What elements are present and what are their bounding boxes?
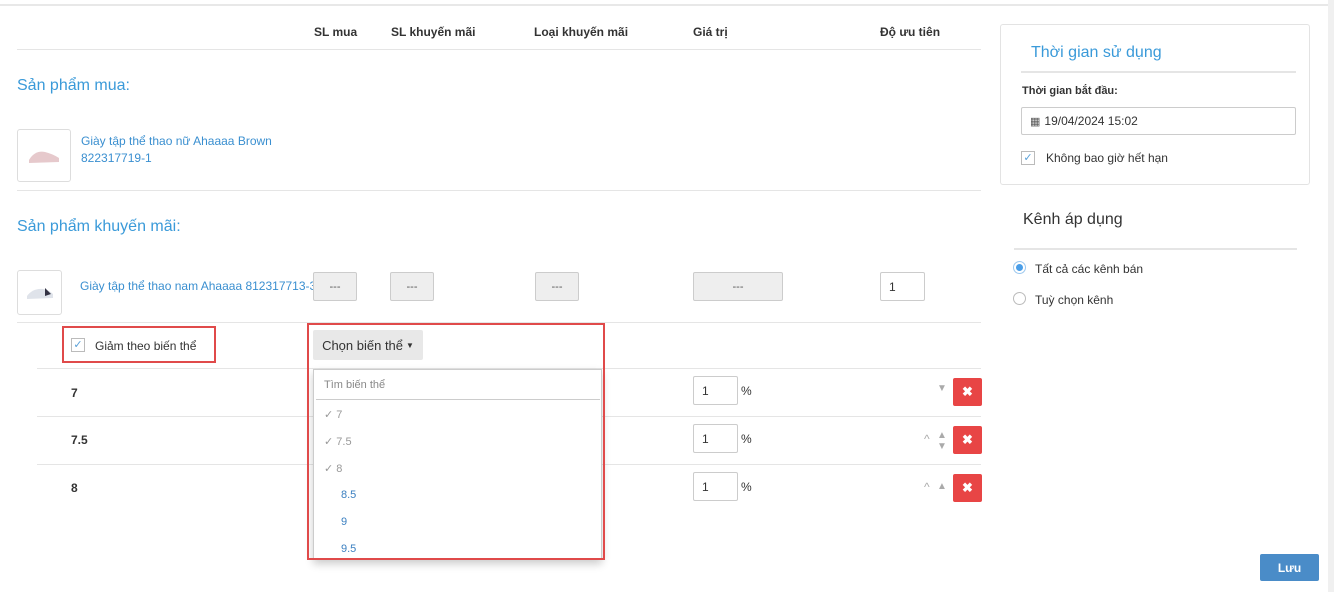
divider bbox=[1021, 71, 1296, 73]
shoe-image-icon bbox=[26, 287, 53, 299]
percent-unit: % bbox=[741, 384, 752, 398]
loai-khuyen-mai-field[interactable]: --- bbox=[535, 272, 579, 301]
gia-tri-field[interactable]: --- bbox=[693, 272, 783, 301]
priority-input[interactable]: 1 bbox=[880, 272, 925, 301]
header-gia-tri: Giá trị bbox=[693, 25, 728, 39]
variant-name: 7 bbox=[71, 386, 78, 400]
percent-unit: % bbox=[741, 480, 752, 494]
start-time-label: Thời gian bắt đầu: bbox=[1022, 85, 1118, 97]
divider bbox=[17, 190, 981, 191]
header-loai-khuyen-mai: Loại khuyến mãi bbox=[534, 25, 629, 39]
scrollbar[interactable] bbox=[1328, 0, 1334, 592]
divider bbox=[1014, 248, 1297, 250]
promo-product-thumbnail bbox=[17, 270, 62, 315]
buy-product-thumbnail bbox=[17, 129, 71, 182]
usage-time-title: Thời gian sử dụng bbox=[1031, 44, 1162, 61]
channel-custom-radio[interactable] bbox=[1013, 292, 1026, 305]
channel-custom-label: Tuỳ chọn kênh bbox=[1035, 293, 1114, 307]
top-divider bbox=[0, 4, 1334, 6]
buy-product-link[interactable]: Giày tập thể thao nữ Ahaaaa Brown 822317… bbox=[81, 133, 272, 167]
variant-name: 8 bbox=[71, 481, 78, 495]
variant-checkbox-label: Giảm theo biến thể bbox=[95, 339, 197, 353]
header-do-uu-tien: Độ ưu tiên bbox=[880, 25, 941, 39]
promo-section-title: Sản phẩm khuyến mãi: bbox=[17, 218, 181, 235]
save-button[interactable]: Lưu bbox=[1260, 554, 1319, 581]
buy-section-title: Sản phẩm mua: bbox=[17, 77, 130, 94]
header-sl-khuyen-mai: SL khuyến mãi bbox=[391, 25, 476, 39]
never-expire-label: Không bao giờ hết hạn bbox=[1046, 151, 1168, 165]
divider bbox=[17, 49, 981, 50]
move-up-icon[interactable]: ▲ bbox=[937, 430, 947, 441]
variant-value-input[interactable]: 1 bbox=[693, 376, 738, 405]
channels-title: Kênh áp dụng bbox=[1023, 211, 1123, 228]
channel-all-radio[interactable] bbox=[1013, 261, 1026, 274]
delete-variant-button[interactable]: ✖ bbox=[953, 378, 982, 406]
delete-variant-button[interactable]: ✖ bbox=[953, 426, 982, 454]
variant-checkbox[interactable]: ✓ bbox=[71, 338, 85, 352]
promo-product-link[interactable]: Giày tập thể thao nam Ahaaaa 812317713-3 bbox=[80, 278, 316, 295]
delete-variant-button[interactable]: ✖ bbox=[953, 474, 982, 502]
move-down-icon[interactable]: ▼ bbox=[937, 383, 947, 394]
start-time-value: 19/04/2024 15:02 bbox=[1044, 114, 1138, 128]
start-time-input[interactable]: ▦ 19/04/2024 15:02 bbox=[1021, 107, 1296, 135]
sl-khuyen-mai-field[interactable]: --- bbox=[390, 272, 434, 301]
highlight-box bbox=[307, 323, 605, 560]
percent-unit: % bbox=[741, 432, 752, 446]
variant-name: 7.5 bbox=[71, 433, 88, 447]
calendar-icon: ▦ bbox=[1030, 115, 1041, 128]
variant-value-input[interactable]: 1 bbox=[693, 472, 738, 501]
variant-value-input[interactable]: 1 bbox=[693, 424, 738, 453]
usage-time-panel: Thời gian sử dụng Thời gian bắt đầu: ▦ 19… bbox=[1000, 24, 1310, 185]
never-expire-checkbox[interactable]: ✓ bbox=[1021, 151, 1035, 165]
sl-mua-field[interactable]: --- bbox=[313, 272, 357, 301]
shoe-image-icon bbox=[29, 151, 59, 163]
move-up-icon[interactable]: ▲ bbox=[937, 481, 947, 492]
channel-all-label: Tất cả các kênh bán bbox=[1035, 262, 1144, 276]
move-top-icon[interactable]: ^ bbox=[924, 432, 930, 446]
move-down-icon[interactable]: ▼ bbox=[937, 441, 947, 452]
buy-product-name[interactable]: Giày tập thể thao nữ Ahaaaa Brown bbox=[81, 133, 272, 150]
move-top-icon[interactable]: ^ bbox=[924, 480, 930, 494]
header-sl-mua: SL mua bbox=[314, 25, 358, 39]
buy-product-sku[interactable]: 822317719-1 bbox=[81, 150, 272, 167]
